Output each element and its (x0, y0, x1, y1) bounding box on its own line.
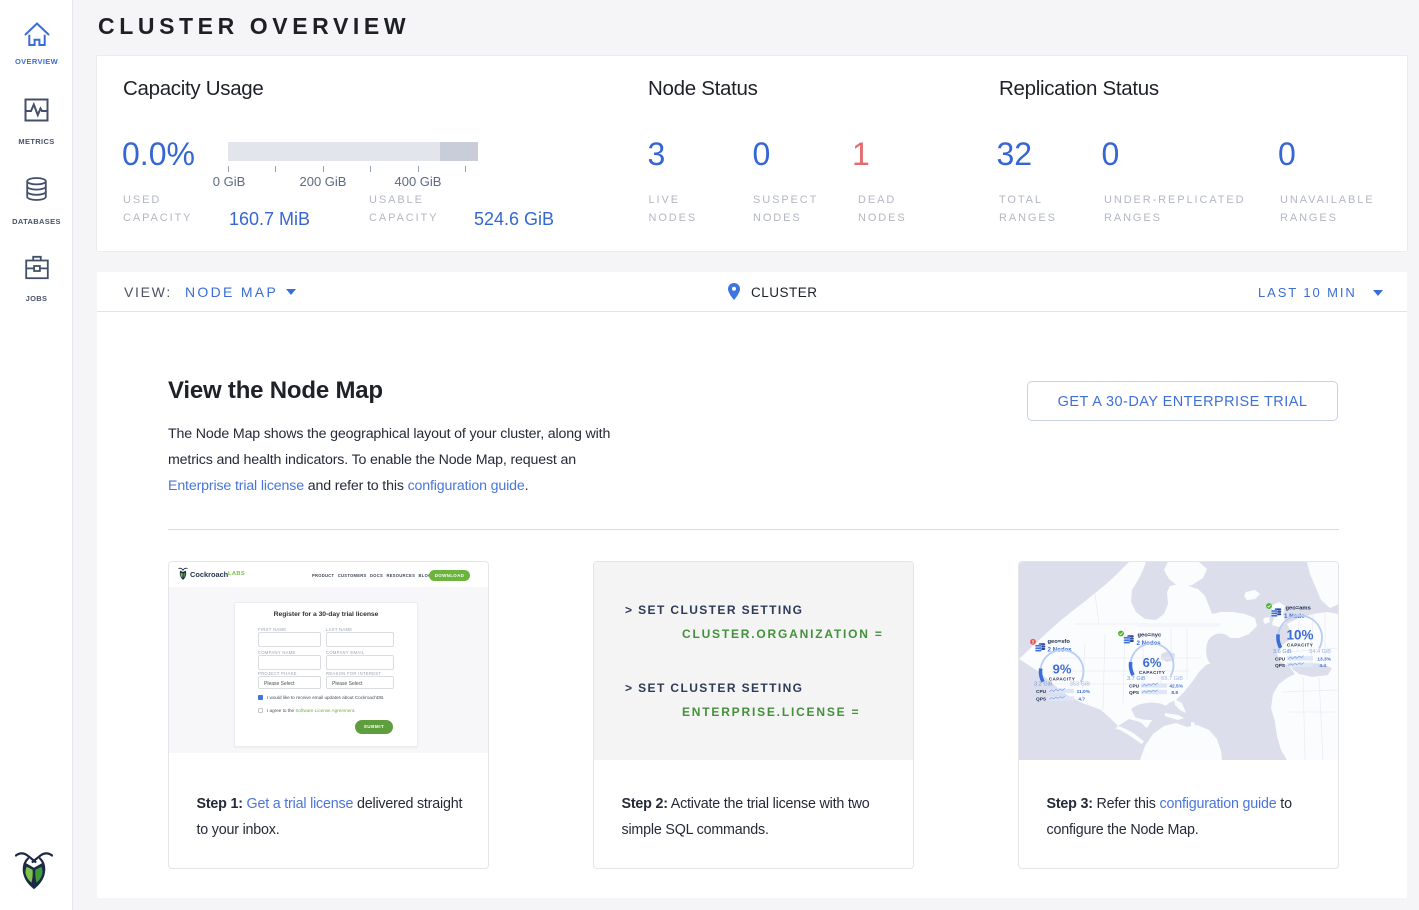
svg-text:8.8: 8.8 (1171, 690, 1178, 696)
svg-text:3.2 GiB: 3.2 GiB (1034, 682, 1053, 688)
svg-text:geo=nyc: geo=nyc (1138, 633, 1162, 639)
svg-text:geo=sfo: geo=sfo (1048, 639, 1071, 645)
svg-text:6%: 6% (1143, 655, 1162, 670)
svg-text:11.0%: 11.0% (1077, 689, 1091, 695)
svg-text:4.7: 4.7 (1078, 697, 1085, 703)
svg-text:CPU: CPU (1275, 656, 1286, 662)
svg-text:QPS: QPS (1036, 697, 1047, 703)
svg-text:54.4 GiB: 54.4 GiB (1309, 649, 1331, 655)
svg-text:42.5%: 42.5% (1169, 684, 1183, 690)
svg-text:4.4: 4.4 (1319, 663, 1326, 669)
svg-text:3.6 GiB: 3.6 GiB (1273, 649, 1292, 655)
svg-text:10%: 10% (1286, 627, 1313, 642)
svg-text:9%: 9% (1053, 661, 1072, 676)
svg-text:65.7 GiB: 65.7 GiB (1161, 676, 1183, 682)
svg-text:CAPACITY: CAPACITY (1139, 670, 1165, 675)
svg-text:3.7 GiB: 3.7 GiB (1127, 676, 1146, 682)
svg-text:13.3%: 13.3% (1317, 656, 1331, 662)
svg-text:CPU: CPU (1129, 684, 1140, 690)
svg-text:geo=ams: geo=ams (1286, 606, 1311, 612)
svg-text:CPU: CPU (1036, 689, 1047, 695)
svg-text:QPS: QPS (1129, 690, 1140, 696)
svg-text:CAPACITY: CAPACITY (1287, 643, 1313, 648)
svg-text:353 GiB: 353 GiB (1070, 682, 1090, 688)
svg-text:QPS: QPS (1275, 663, 1286, 669)
